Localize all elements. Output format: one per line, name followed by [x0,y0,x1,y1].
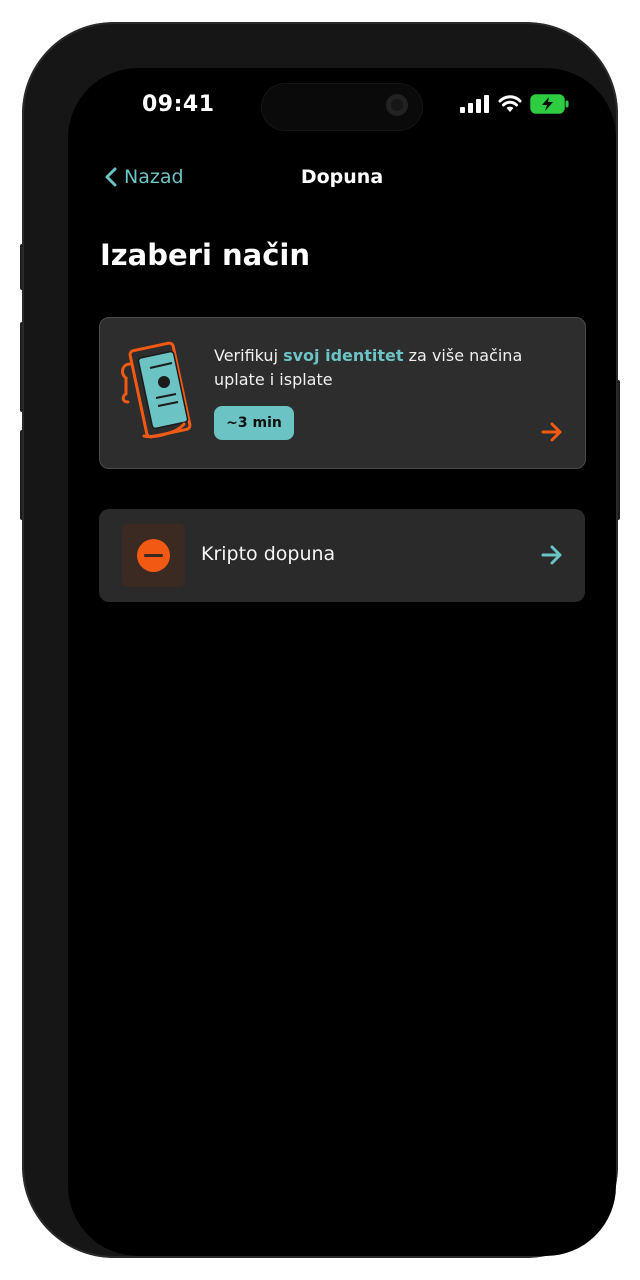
verify-text-before: Verifikuj [214,346,284,365]
battery-charging-icon [530,94,569,114]
arrow-right-icon [541,545,562,565]
crypto-coin [137,539,170,572]
dynamic-island [262,84,422,130]
crypto-topup-card[interactable]: Kripto dopuna [99,509,585,602]
page-title: Izaberi način [100,238,310,272]
status-time: 09:41 [142,92,215,117]
time-badge: ~3 min [214,406,294,440]
nav-title: Dopuna [300,166,384,188]
verify-text-highlight: svoj identitet [283,346,404,365]
arrow-right-icon [541,422,562,442]
document-illustration [121,341,192,439]
status-icons [460,94,570,114]
crypto-icon [122,524,185,587]
wifi-icon [498,95,522,112]
verify-identity-card[interactable]: Verifikuj svoj identitet za više načina … [99,317,586,469]
verify-description: Verifikuj svoj identitet za više načina … [214,344,544,392]
signal-icon [460,95,489,113]
crypto-coin-bar [144,554,163,557]
navigation-bar: Nazad Dopuna [68,166,616,196]
phone-frame: 09:41 Nazad Dopuna Izaberi način Verifik… [22,22,618,1258]
camera-icon [386,94,408,116]
crypto-label: Kripto dopuna [201,543,336,565]
screen: 09:41 Nazad Dopuna Izaberi način Verifik… [68,68,616,1256]
